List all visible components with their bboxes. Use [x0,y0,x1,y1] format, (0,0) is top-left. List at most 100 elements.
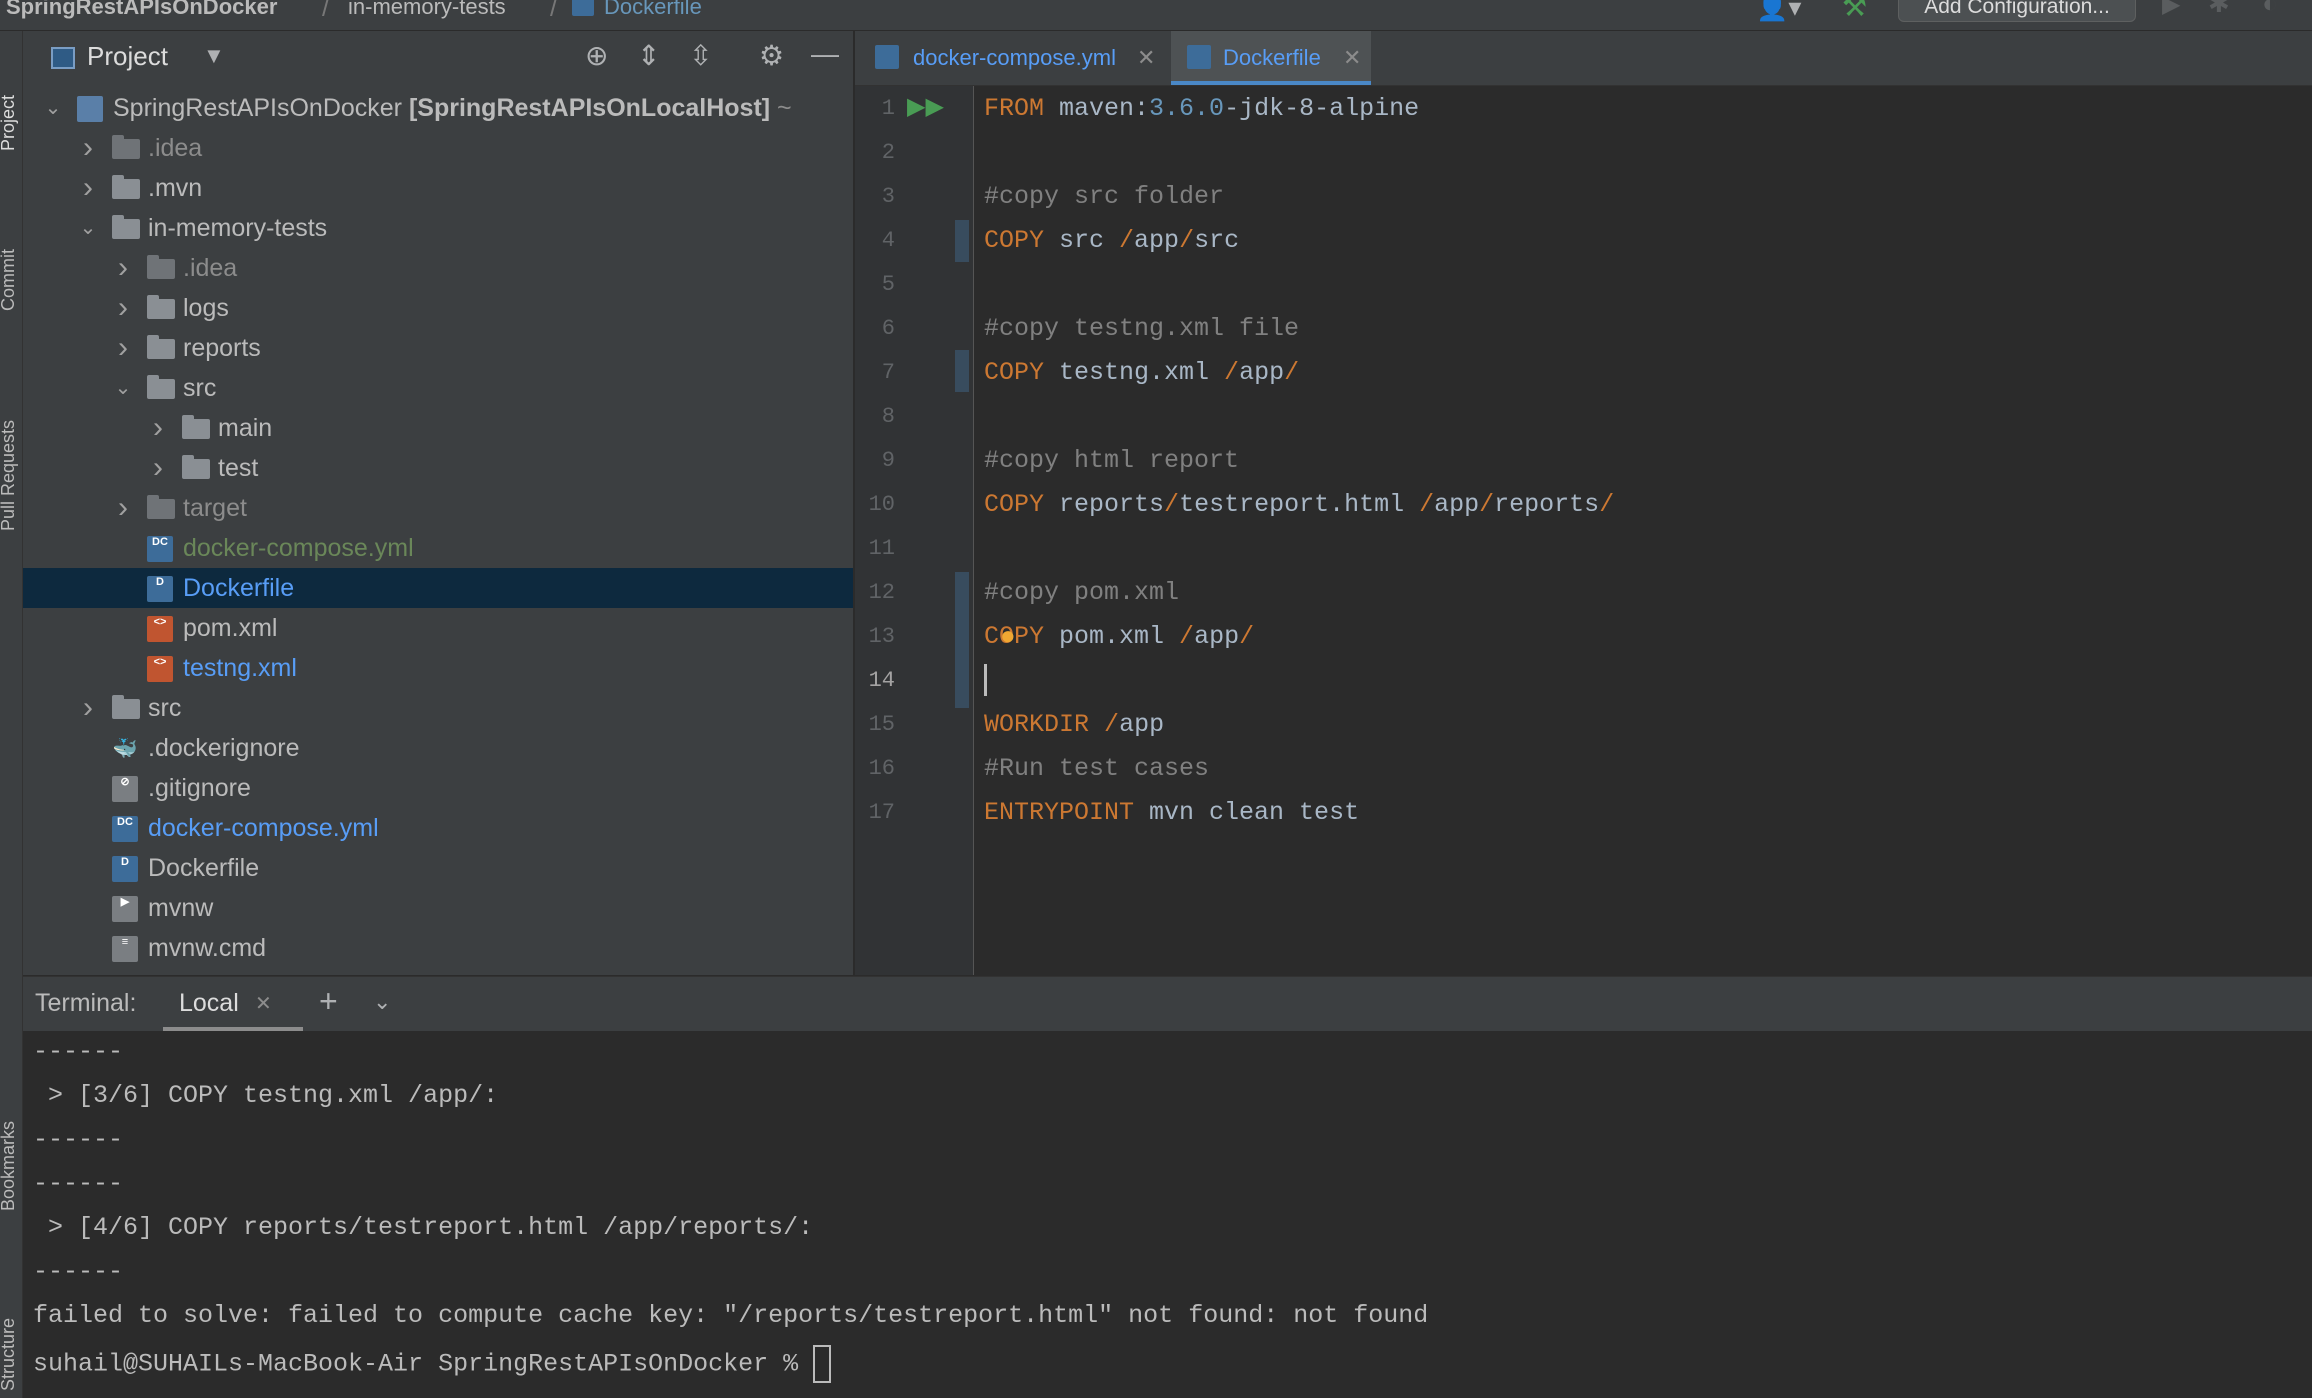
gear-icon[interactable]: ⚙ [759,41,784,71]
breadcrumb-project[interactable]: SpringRestAPIsOnDocker [6,0,277,20]
tree-item[interactable]: D Dockerfile [23,568,853,608]
chevron-right-icon[interactable]: › [76,168,100,208]
tree-item[interactable]: › logs [23,288,853,328]
chevron-right-icon[interactable]: › [76,688,100,728]
bookmarks-tool-tab[interactable]: Bookmarks [0,1121,19,1211]
line-number: 6 [881,316,895,341]
chevron-right-icon[interactable]: › [76,128,100,168]
expand-all-icon[interactable]: ⇕ [637,41,660,71]
chevron-right-icon[interactable]: › [111,288,135,328]
close-icon[interactable]: ✕ [255,991,272,1016]
line-number: 13 [868,624,895,649]
close-icon[interactable]: ✕ [1343,31,1361,85]
tree-item[interactable]: › .idea [23,128,853,168]
chevron-down-icon[interactable]: ⌄ [111,368,135,408]
chevron-down-icon[interactable]: ⌄ [41,88,65,128]
tree-item[interactable]: › test [23,448,853,488]
terminal-title: Terminal: [35,989,137,1017]
code-token: / [1179,226,1195,255]
chevron-right-icon[interactable]: › [111,488,135,528]
debug-icon[interactable]: ✱ [2208,0,2230,19]
tree-item[interactable]: › main [23,408,853,448]
profile-icon[interactable]: ◐ [2262,0,2278,19]
tree-item[interactable]: D Dockerfile [23,848,853,888]
add-configuration-button[interactable]: Add Configuration... [1898,0,2136,22]
tree-item-label: src [148,694,182,722]
project-tool-tab[interactable]: Project [0,95,19,151]
chevron-down-icon[interactable]: ⌄ [76,208,100,248]
collapse-all-icon[interactable]: ⇳ [689,41,712,71]
tree-item[interactable]: ≡ mvnw.cmd [23,928,853,968]
xml-file-icon: <> [147,616,173,642]
tree-item[interactable]: ⊘ .gitignore [23,768,853,808]
locate-file-icon[interactable]: ⊕ [585,41,608,71]
chevron-right-icon[interactable]: › [146,408,170,448]
code-editor[interactable]: FROM maven:3.6.0-jdk-8-alpine #copy src f… [974,86,2312,975]
tool-window-strip: Project Commit Pull Requests Bookmarks S… [0,31,23,1398]
tree-item[interactable]: › reports [23,328,853,368]
structure-tool-tab[interactable]: Structure [0,1318,19,1391]
code-token: WORKDIR [984,710,1090,739]
tree-item[interactable]: › target [23,488,853,528]
tree-item[interactable]: DC docker-compose.yml [23,528,853,568]
pull-requests-tool-tab[interactable]: Pull Requests [0,420,19,531]
breadcrumb-file[interactable]: Dockerfile [604,0,702,20]
tab-dockerfile[interactable]: Dockerfile ✕ [1171,31,1371,85]
code-token: / [1224,358,1240,387]
terminal-output[interactable]: ------ > [3/6] COPY testng.xml /app/: ---… [23,1031,2312,1398]
code-token: / [1284,358,1300,387]
project-panel: Project ▼ ⊕ ⇕ ⇳ ⚙ — ⌄ SpringRestAPIsOnDoc… [23,31,854,975]
commit-tool-tab[interactable]: Commit [0,249,19,311]
code-token: FROM [984,94,1045,123]
project-tree: ⌄ SpringRestAPIsOnDocker [SpringRestAPIsO… [23,88,853,975]
code-token: maven: [1044,94,1150,123]
xml-file-icon: <> [147,656,173,682]
tree-item[interactable]: ▶ mvnw [23,888,853,928]
build-hammer-icon[interactable]: ⚒ [1842,0,1867,23]
code-token: app [1239,358,1285,387]
lightbulb-icon[interactable]: ● [1000,620,1016,651]
tree-item[interactable]: › src [23,688,853,728]
tab-docker-compose[interactable]: docker-compose.yml ✕ [855,31,1169,85]
chevron-down-icon[interactable]: ▼ [203,43,225,69]
run-icon[interactable]: ▶ [2162,0,2180,19]
line-number: 4 [881,228,895,253]
tree-item[interactable]: › .idea [23,248,853,288]
new-terminal-icon[interactable]: + [319,983,338,1020]
chevron-right-icon[interactable]: › [111,248,135,288]
code-token: / [1239,622,1255,651]
project-view-title[interactable]: Project [87,41,168,72]
tree-item[interactable]: DC docker-compose.yml [23,808,853,848]
user-menu-icon[interactable]: 👤▾ [1756,0,1801,23]
active-tab-indicator [1171,81,1371,85]
breadcrumb-folder[interactable]: in-memory-tests [348,0,506,20]
code-line: #copy testng.xml file [984,314,1299,343]
terminal-tab-local[interactable]: Local ✕ [163,977,303,1031]
text-cursor [984,664,987,696]
code-token: #copy src folder [984,182,1225,211]
run-gutter-icon[interactable]: ▶▶ [907,92,944,121]
code-token: -jdk-8-alpine [1224,94,1420,123]
tree-item[interactable]: <> pom.xml [23,608,853,648]
tree-item[interactable]: 🐳 .dockerignore [23,728,853,768]
code-token: app [1194,622,1240,651]
minimize-icon[interactable]: — [811,39,839,69]
tree-item[interactable]: ⌄ SpringRestAPIsOnDocker [SpringRestAPIsO… [23,88,853,128]
tree-item-label: mvnw [148,894,214,922]
chevron-right-icon[interactable]: › [111,328,135,368]
chevron-right-icon[interactable]: › [146,448,170,488]
close-icon[interactable]: ✕ [1137,31,1155,85]
tree-item[interactable]: › .mvn [23,168,853,208]
tree-item-path: ~ [770,94,792,122]
terminal-line: ------ [33,1125,124,1154]
code-token: app [1134,226,1180,255]
chevron-down-icon[interactable]: ⌄ [373,989,391,1015]
line-number: 16 [868,756,895,781]
folder-icon [147,335,175,359]
tree-item[interactable]: <> testng.xml [23,648,853,688]
code-token: src [1044,226,1120,255]
tree-item[interactable]: ⌄ src [23,368,853,408]
code-token: 3.6.0 [1149,94,1225,123]
editor-tab-bar: docker-compose.yml ✕ Dockerfile ✕ [855,31,2312,86]
tree-item[interactable]: ⌄ in-memory-tests [23,208,853,248]
